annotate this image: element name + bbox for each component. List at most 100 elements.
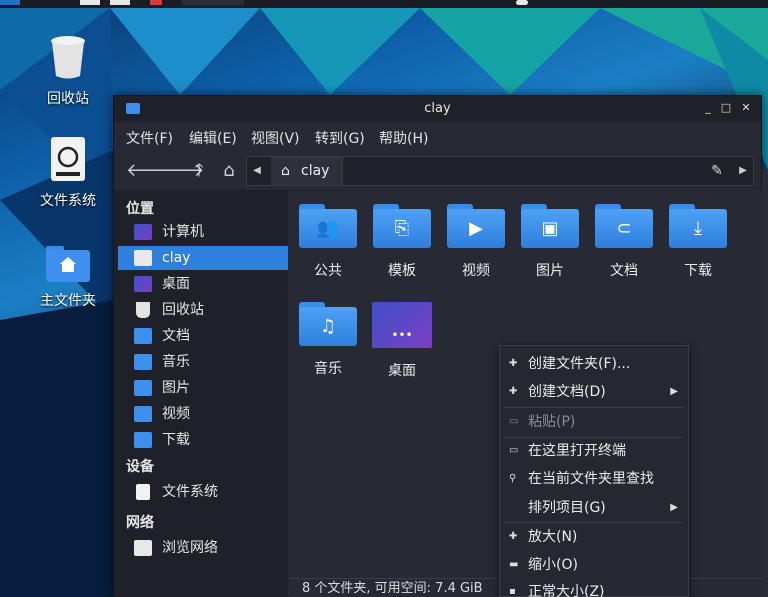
panel-launcher-icon[interactable] — [110, 0, 130, 5]
sidebar-item-videos[interactable]: 视频 — [118, 402, 288, 426]
desktop-icon-filesystem[interactable]: 文件系统 — [18, 136, 118, 210]
title-bar[interactable]: clay _ □ ✕ — [114, 96, 761, 122]
file-label: 文档 — [610, 263, 638, 279]
panel-launcher-icon[interactable] — [80, 0, 100, 5]
menu-item-label: 放大(N) — [528, 529, 578, 545]
menu-help[interactable]: 帮助(H) — [379, 128, 428, 148]
folder-videos[interactable]: ▶ 视频 — [441, 204, 511, 280]
menu-file[interactable]: 文件(F) — [126, 128, 173, 148]
desktop-icon-label: 主文件夹 — [40, 293, 96, 309]
music-icon: ♫ — [299, 307, 357, 346]
panel-launcher-icon[interactable] — [150, 0, 162, 5]
menu-item-label: 粘贴(P) — [528, 414, 576, 430]
sidebar-item-desktop[interactable]: 桌面 — [118, 272, 288, 296]
sidebar-item-label: 视频 — [162, 406, 190, 422]
menu-item-arrange[interactable]: 排列项目(G) ▶ — [500, 494, 688, 522]
search-icon: ⚲ — [509, 473, 517, 484]
menu-item-create-folder[interactable]: ✚ 创建文件夹(F)... — [500, 350, 688, 378]
sidebar-item-network[interactable]: 浏览网络 — [118, 536, 288, 560]
sidebar: 位置 计算机 clay 桌面 回收站 文档 音乐 图片 视频 下载 设备 文件系… — [114, 190, 288, 597]
menu-item-normal-size[interactable]: ▪ 正常大小(Z) — [500, 578, 688, 597]
menu-item-zoom-out[interactable]: ▬ 缩小(O) — [500, 551, 688, 579]
desktop-icon: ••• — [372, 302, 432, 348]
sidebar-item-label: 回收站 — [162, 302, 204, 318]
up-arrow-icon[interactable]: 🡑 — [188, 160, 210, 182]
file-label: 桌面 — [388, 363, 416, 379]
desktop-icon-label: 回收站 — [47, 91, 89, 107]
sidebar-section-places: 位置 — [126, 201, 154, 217]
sidebar-item-filesystem[interactable]: 文件系统 — [118, 480, 288, 504]
window-title: clay — [424, 101, 451, 116]
menu-item-label: 正常大小(Z) — [528, 584, 605, 597]
submenu-arrow-icon: ▶ — [670, 386, 678, 397]
top-panel — [0, 0, 768, 8]
background-window-edge — [762, 170, 768, 597]
submenu-arrow-icon: ▶ — [670, 502, 678, 513]
sidebar-item-label: 文件系统 — [162, 484, 218, 500]
video-icon: ▶ — [447, 209, 505, 248]
folder-music[interactable]: ♫ 音乐 — [293, 302, 363, 378]
sidebar-item-documents[interactable]: 文档 — [118, 324, 288, 348]
menu-item-find[interactable]: ⚲ 在当前文件夹里查找 — [500, 465, 688, 493]
terminal-icon: ▭ — [509, 445, 519, 456]
plus-icon: ✚ — [509, 386, 518, 397]
panel-task-button[interactable] — [182, 0, 244, 5]
edit-path-icon[interactable]: ✎ — [703, 157, 731, 185]
documents-folder-icon — [134, 328, 152, 344]
file-label: 公共 — [314, 263, 342, 279]
menu-item-create-document[interactable]: ✚ 创建文档(D) ▶ — [500, 378, 688, 406]
network-icon — [134, 540, 152, 556]
path-bar: ◀ ⌂ clay ✎ ▶ — [246, 156, 754, 186]
zoom-out-icon: ▬ — [509, 559, 519, 570]
menu-view[interactable]: 视图(V) — [251, 128, 300, 148]
downloads-folder-icon — [134, 432, 152, 448]
template-icon: ⎘ — [373, 209, 431, 248]
sidebar-item-music[interactable]: 音乐 — [118, 350, 288, 374]
download-icon: ⤓ — [669, 209, 727, 248]
home-icon[interactable]: ⌂ — [218, 160, 240, 182]
menu-item-zoom-in[interactable]: ✚ 放大(N) — [500, 523, 688, 551]
desktop-icon-home[interactable]: 主文件夹 — [18, 246, 118, 310]
sidebar-item-trash[interactable]: 回收站 — [118, 298, 288, 322]
path-crumb-home[interactable]: ⌂ clay — [271, 157, 343, 185]
menu-bar: 文件(F) 编辑(E) 视图(V) 转到(G) 帮助(H) — [114, 124, 761, 150]
pictures-folder-icon — [134, 380, 152, 396]
desktop-icon — [134, 276, 152, 292]
menu-item-open-terminal[interactable]: ▭ 在这里打开终端 — [500, 437, 688, 465]
desktop-icon-trash[interactable]: 回收站 — [18, 34, 118, 108]
file-label: 音乐 — [314, 361, 342, 377]
people-icon: 👥 — [299, 209, 357, 248]
forward-arrow-icon[interactable]: 🡒 — [156, 160, 204, 182]
folder-public[interactable]: 👥 公共 — [293, 204, 363, 280]
menu-item-label: 在当前文件夹里查找 — [528, 471, 654, 487]
back-arrow-icon[interactable]: 🡐 — [126, 160, 174, 182]
panel-status-icon[interactable] — [516, 0, 528, 5]
menu-item-label: 创建文档(D) — [528, 384, 606, 400]
sidebar-item-computer[interactable]: 计算机 — [118, 220, 288, 244]
path-scroll-right-icon[interactable]: ▶ — [733, 157, 753, 185]
minimize-button[interactable]: _ — [700, 100, 716, 116]
folder-desktop[interactable]: ••• 桌面 — [367, 302, 437, 380]
menu-go[interactable]: 转到(G) — [315, 128, 365, 148]
menu-item-paste[interactable]: ▭ 粘贴(P) — [500, 408, 688, 436]
file-label: 下载 — [684, 263, 712, 279]
sidebar-item-clay[interactable]: clay — [118, 246, 288, 270]
sidebar-item-downloads[interactable]: 下载 — [118, 428, 288, 452]
sidebar-item-label: clay — [162, 250, 191, 266]
sidebar-item-label: 音乐 — [162, 354, 190, 370]
sidebar-item-pictures[interactable]: 图片 — [118, 376, 288, 400]
folder-downloads[interactable]: ⤓ 下载 — [663, 204, 733, 280]
folder-documents[interactable]: ⊂ 文档 — [589, 204, 659, 280]
folder-pictures[interactable]: ▣ 图片 — [515, 204, 585, 280]
home-folder-icon — [46, 246, 90, 282]
drive-icon — [51, 137, 85, 181]
folder-templates[interactable]: ⎘ 模板 — [367, 204, 437, 280]
menu-edit[interactable]: 编辑(E) — [189, 128, 237, 148]
close-button[interactable]: ✕ — [738, 100, 754, 116]
panel-menu-icon[interactable] — [0, 0, 20, 5]
maximize-button[interactable]: □ — [718, 100, 734, 116]
sidebar-item-label: 文档 — [162, 328, 190, 344]
sidebar-section-network: 网络 — [126, 515, 154, 531]
path-scroll-left-icon[interactable]: ◀ — [247, 157, 267, 185]
music-folder-icon — [134, 354, 152, 370]
